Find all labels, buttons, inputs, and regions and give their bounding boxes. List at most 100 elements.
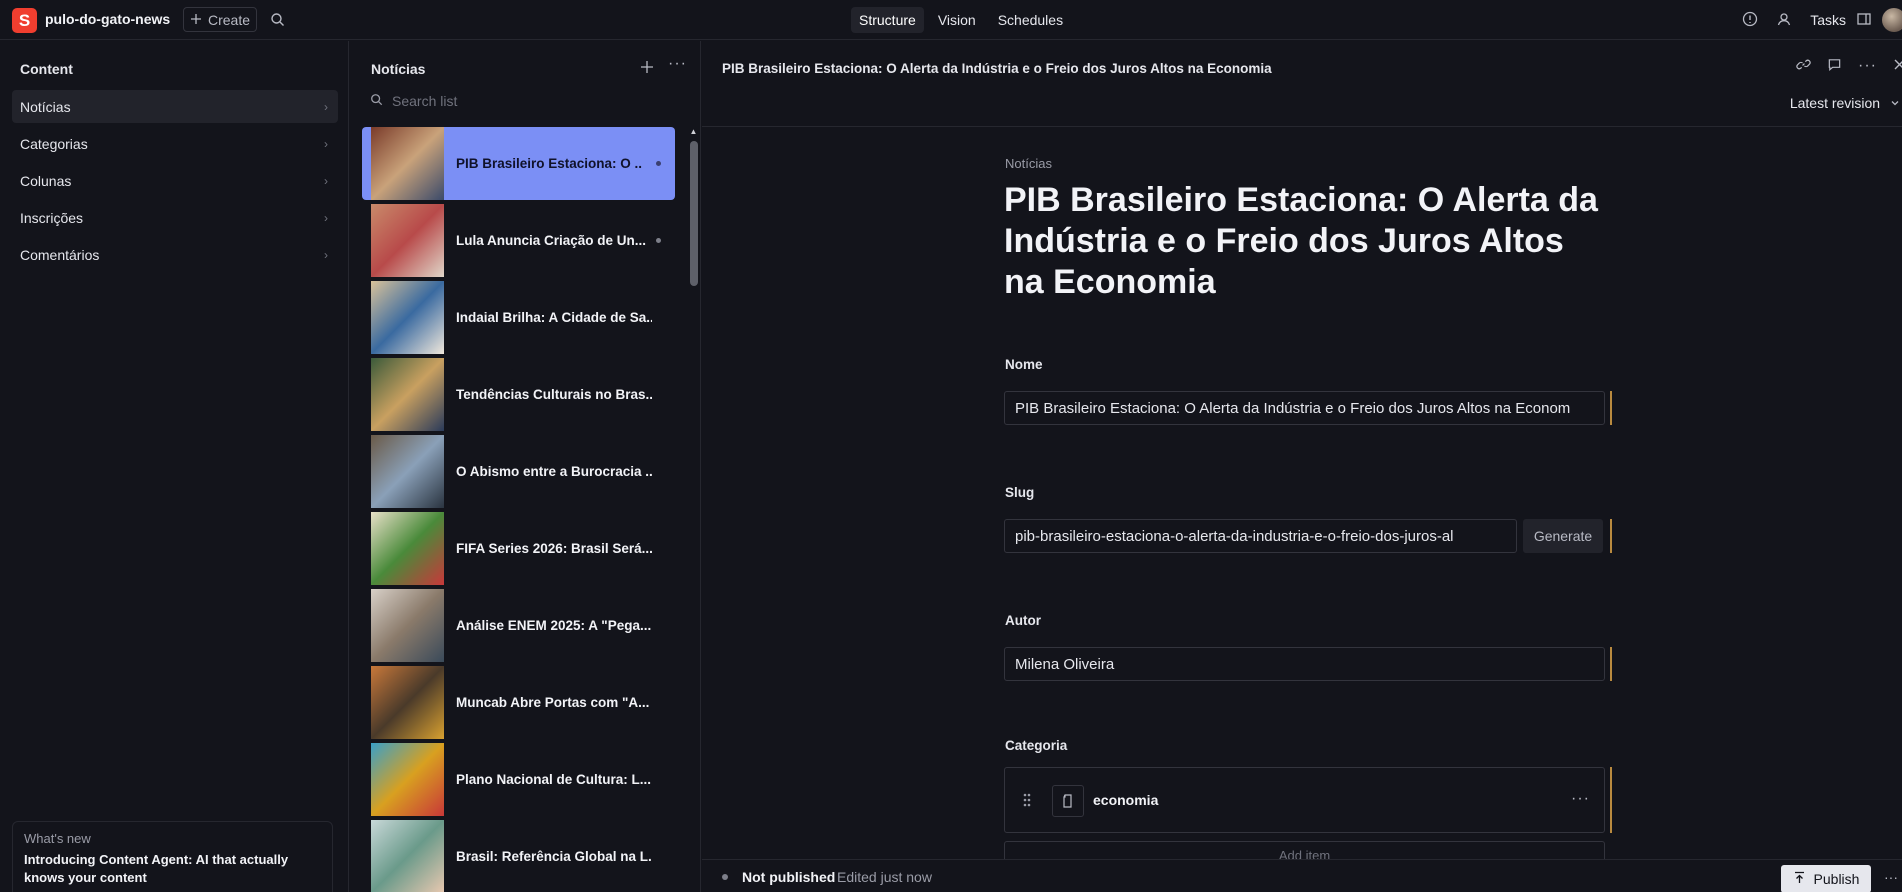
editor-header-actions: ··· — [1796, 57, 1902, 75]
revision-selector[interactable]: Latest revision — [1790, 95, 1900, 111]
scroll-up-arrow-icon[interactable]: ▲ — [688, 127, 699, 136]
generate-slug-button[interactable]: Generate — [1523, 519, 1603, 553]
document-list-item[interactable]: Análise ENEM 2025: A "Pega... — [362, 589, 675, 662]
change-indicator — [1610, 519, 1612, 553]
panel-toggle-icon[interactable] — [1856, 11, 1872, 30]
publish-label: Publish — [1813, 871, 1860, 887]
document-thumbnail — [371, 512, 444, 585]
pane-title: Content — [20, 61, 73, 77]
more-options-icon[interactable]: ··· — [1571, 790, 1590, 808]
document-title: FIFA Series 2026: Brasil Será... — [456, 541, 652, 556]
field-label-nome: Nome — [1005, 357, 1043, 372]
change-indicator — [1610, 391, 1612, 425]
app-logo[interactable]: S — [12, 8, 37, 33]
document-list-item[interactable]: Brasil: Referência Global na L... — [362, 820, 675, 892]
nome-field[interactable]: PIB Brasileiro Estaciona: O Alerta da In… — [1004, 391, 1605, 425]
document-thumbnail — [371, 127, 444, 200]
document-thumbnail — [371, 281, 444, 354]
create-label: Create — [207, 11, 251, 28]
help-icon[interactable] — [1742, 11, 1758, 30]
document-heading: PIB Brasileiro Estaciona: O Alerta da In… — [1004, 181, 1598, 301]
tab-structure[interactable]: Structure — [851, 7, 924, 33]
document-title: PIB Brasileiro Estaciona: O Alerta da In… — [722, 61, 1272, 76]
document-type-label: Notícias — [1005, 156, 1052, 171]
comment-icon[interactable] — [1827, 57, 1842, 75]
categoria-value: economia — [1093, 792, 1159, 808]
user-avatar[interactable] — [1882, 8, 1902, 32]
publish-icon — [1793, 871, 1806, 887]
document-list-item[interactable]: PIB Brasileiro Estaciona: O ... — [362, 127, 675, 200]
scrollbar-thumb[interactable] — [690, 141, 698, 286]
document-list-item[interactable]: Muncab Abre Portas com "A... — [362, 666, 675, 739]
add-item-button[interactable]: Add item — [1004, 841, 1605, 861]
more-actions-icon[interactable]: ··· — [1884, 869, 1898, 885]
field-label-slug: Slug — [1005, 485, 1035, 500]
tasks-button[interactable]: Tasks — [1810, 12, 1846, 28]
document-thumbnail — [371, 204, 444, 277]
content-item-categorias[interactable]: Categorias › — [12, 127, 338, 160]
search-list-input[interactable] — [392, 93, 652, 109]
top-bar: S pulo-do-gato-news Create Structure Vis… — [0, 0, 1902, 40]
change-indicator — [1610, 647, 1612, 681]
autor-field[interactable]: Milena Oliveira — [1004, 647, 1605, 681]
more-options-icon[interactable]: ··· — [1858, 57, 1877, 75]
content-item-inscricoes[interactable]: Inscrições › — [12, 201, 338, 234]
document-list-item[interactable]: Indaial Brilha: A Cidade de Sa... — [362, 281, 675, 354]
plus-icon — [190, 12, 202, 28]
document-thumbnail — [371, 358, 444, 431]
chevron-right-icon: › — [324, 173, 328, 188]
document-editor: PIB Brasileiro Estaciona: O Alerta da In… — [702, 41, 1902, 892]
link-icon[interactable] — [1796, 57, 1811, 75]
people-icon[interactable] — [1776, 11, 1792, 30]
document-footer: Not published Edited just now Publish ··… — [702, 859, 1902, 892]
close-icon[interactable] — [1893, 58, 1902, 74]
document-list-item[interactable]: Tendências Culturais no Bras... — [362, 358, 675, 431]
document-thumbnail — [371, 743, 444, 816]
create-button[interactable]: Create — [183, 7, 257, 32]
content-item-colunas[interactable]: Colunas › — [12, 164, 338, 197]
revision-label: Latest revision — [1789, 95, 1881, 111]
tab-schedules[interactable]: Schedules — [990, 7, 1071, 33]
field-label-categoria: Categoria — [1005, 738, 1068, 753]
edited-status: Edited just now — [837, 869, 932, 885]
categoria-reference[interactable]: economia ··· — [1004, 767, 1605, 833]
publish-button[interactable]: Publish — [1781, 865, 1871, 892]
content-item-noticias[interactable]: Notícias › — [12, 90, 338, 123]
document-title: Plano Nacional de Cultura: L... — [456, 772, 652, 787]
content-item-label: Categorias — [20, 135, 88, 152]
content-type-list: Notícias › Categorias › Colunas › Inscri… — [12, 90, 338, 275]
more-options-icon[interactable]: ··· — [668, 55, 687, 73]
unpublished-dot — [656, 161, 661, 166]
document-title: O Abismo entre a Burocracia ... — [456, 464, 652, 479]
document-title: Análise ENEM 2025: A "Pega... — [456, 618, 652, 633]
content-item-label: Comentários — [20, 246, 100, 263]
change-indicator — [1610, 767, 1612, 833]
chevron-right-icon: › — [324, 210, 328, 225]
document-list-item[interactable]: O Abismo entre a Burocracia ... — [362, 435, 675, 508]
slug-field[interactable]: pib-brasileiro-estaciona-o-alerta-da-ind… — [1004, 519, 1517, 553]
document-list-item[interactable]: Plano Nacional de Cultura: L... — [362, 743, 675, 816]
whats-new-card[interactable]: What's new Introducing Content Agent: AI… — [12, 821, 333, 892]
add-document-icon[interactable] — [640, 58, 654, 79]
tool-tabs: Structure Vision Schedules — [851, 7, 1071, 33]
content-item-comentarios[interactable]: Comentários › — [12, 238, 338, 271]
drag-handle-icon[interactable] — [1022, 792, 1032, 811]
search-icon[interactable] — [270, 12, 285, 30]
document-title: PIB Brasileiro Estaciona: O ... — [456, 156, 642, 171]
scrollbar[interactable]: ▲ — [688, 127, 699, 892]
whats-new-text: Introducing Content Agent: AI that actua… — [24, 852, 289, 885]
document-list-pane: Notícias ··· PIB Brasileiro Estaciona: O… — [350, 41, 701, 892]
content-pane: Content Notícias › Categorias › Colunas … — [0, 41, 349, 892]
tab-vision[interactable]: Vision — [930, 7, 984, 33]
document-list-item[interactable]: FIFA Series 2026: Brasil Será... — [362, 512, 675, 585]
document-title: Lula Anuncia Criação de Un... — [456, 233, 647, 248]
status-dot — [722, 874, 728, 880]
document-thumbnail — [371, 435, 444, 508]
document-list-item[interactable]: Lula Anuncia Criação de Un... — [362, 204, 675, 277]
list-search — [370, 93, 652, 109]
field-label-autor: Autor — [1005, 613, 1041, 628]
chevron-right-icon: › — [324, 247, 328, 262]
chevron-right-icon: › — [324, 136, 328, 151]
document-thumbnail — [371, 666, 444, 739]
project-name[interactable]: pulo-do-gato-news — [45, 11, 170, 27]
